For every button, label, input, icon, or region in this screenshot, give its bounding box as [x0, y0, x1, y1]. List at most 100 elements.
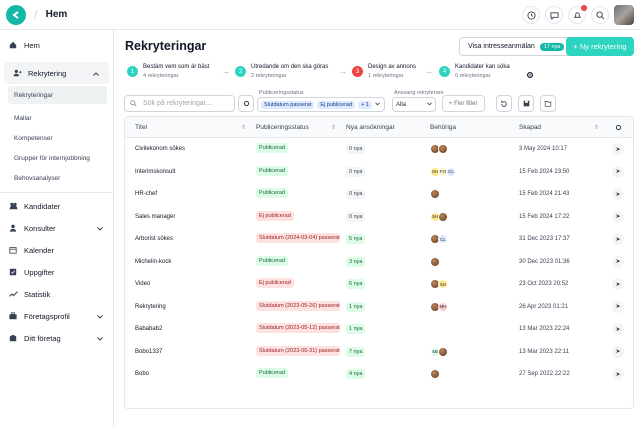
clock-icon[interactable]	[522, 6, 540, 24]
authorized-users: SH	[424, 279, 513, 290]
table-row[interactable]: Civilekonom sökes Publicerad 0 nya 3 May 20…	[125, 138, 633, 161]
row-title[interactable]: Arborist sökes	[125, 236, 250, 242]
avatar-initials: CL	[446, 166, 456, 177]
search-settings-button[interactable]	[238, 95, 254, 112]
breadcrumb[interactable]: Hem	[46, 9, 68, 20]
row-title[interactable]: HR-chef	[125, 191, 250, 197]
sidebar-subitem-grupper[interactable]: Grupper för internjobbning	[0, 148, 113, 168]
users-icon	[12, 69, 22, 77]
sidebar-subitem-kompetenser[interactable]: Kompetenser	[0, 128, 113, 148]
bell-icon[interactable]	[568, 5, 587, 24]
column-header-nya[interactable]: Nya ansökningar	[340, 124, 424, 131]
new-applications-badge: 4 nya	[346, 369, 366, 380]
recruiter-filter-select[interactable]: Alla	[392, 97, 436, 112]
row-title[interactable]: Interimskonsult	[125, 169, 250, 175]
table-row[interactable]: Bababab2 Slutdatum (2023-05-12) passerat 1…	[125, 318, 633, 341]
user-avatar[interactable]	[614, 5, 634, 25]
sidebar-item-ditt-foretag[interactable]: Ditt företag	[0, 327, 113, 349]
pin-icon[interactable]: ➤	[612, 278, 624, 291]
sidebar-item-kalender[interactable]: Kalender	[0, 239, 113, 261]
pin-icon[interactable]: ➤	[612, 368, 624, 381]
pipeline-step[interactable]: 3 Design av annons 1 rekryteringar	[352, 64, 416, 79]
table-row[interactable]: Michelin-kock Publicerad 3 nya 30 Dec 2023 …	[125, 251, 633, 274]
reset-filters-button[interactable]	[496, 95, 512, 112]
column-header-skapad[interactable]: Skapad ⇕	[513, 124, 603, 131]
home-icon	[8, 41, 18, 49]
step-count: 2 rekryteringar	[251, 73, 287, 79]
sidebar-item-kandidater[interactable]: Kandidater	[0, 195, 113, 217]
more-filters-button[interactable]: + Fler filter	[442, 95, 485, 112]
chat-icon[interactable]	[545, 6, 563, 24]
new-applications-badge: 6 nya	[346, 279, 366, 290]
table-row[interactable]	[125, 386, 633, 409]
pin-icon[interactable]: ➤	[612, 143, 624, 156]
sidebar-item-label: Företagsprofil	[24, 311, 70, 321]
notification-dot	[581, 5, 587, 11]
pipeline-step[interactable]: 2 Utredande om den ska göras 2 rekryterin…	[235, 64, 328, 79]
table-row[interactable]: Rekrytering Slutdatum (2023-05-26) passer…	[125, 296, 633, 319]
row-title[interactable]: Civilekonom sökes	[125, 146, 250, 152]
row-title[interactable]: Bababab2	[125, 326, 250, 332]
pin-icon[interactable]: ➤	[612, 255, 624, 268]
pin-icon[interactable]: ➤	[612, 300, 624, 313]
pin-icon[interactable]: ➤	[612, 323, 624, 336]
table-row[interactable]: Sales manager Ej publicerad 0 nya SH 15 Feb …	[125, 206, 633, 229]
search-icon[interactable]	[591, 6, 609, 24]
table-row[interactable]: Bobo Publicerad 4 nya 27 Sep 2022 22:22 ➤	[125, 363, 633, 386]
column-header-titel[interactable]: Titel ⇕	[125, 124, 250, 131]
sidebar-subitem-mallar[interactable]: Mallar	[0, 108, 113, 128]
pipeline-step[interactable]: 4 Kandidater kan söka 0 rekryteringar	[439, 64, 510, 79]
table-row[interactable]: Video Ej publicerad 6 nya SH 23 Oct 2023 20:…	[125, 273, 633, 296]
avatar	[430, 256, 440, 267]
search-icon	[130, 100, 137, 107]
table-row[interactable]: Interimskonsult Publicerad 0 nya SH FO CL 15 F…	[125, 161, 633, 184]
table-row[interactable]: HR-chef Publicerad 0 nya 15 Feb 2024 21:43 ➤	[125, 183, 633, 206]
row-title[interactable]: Video	[125, 281, 250, 287]
sidebar-item-statistik[interactable]: Statistik	[0, 283, 113, 305]
pin-icon[interactable]: ➤	[612, 345, 624, 358]
sidebar-item-hem[interactable]: Hem	[0, 34, 113, 56]
sidebar-item-foretagsprofil[interactable]: Företagsprofil	[0, 305, 113, 327]
filter-chip-more[interactable]: + 1	[358, 100, 372, 109]
status-filter-select[interactable]: Slutdatum passerat Ej publicerad + 1	[257, 97, 385, 112]
app-logo-icon[interactable]	[6, 4, 26, 25]
column-header-behoriga[interactable]: Behöriga	[424, 124, 513, 131]
status-badge: Publicerad	[256, 165, 288, 176]
authorized-users: SB	[424, 346, 513, 357]
row-title[interactable]: Michelin-kock	[125, 259, 250, 265]
open-folder-button[interactable]	[540, 95, 556, 112]
table-settings-gear-icon[interactable]	[603, 124, 633, 131]
sidebar-item-konsulter[interactable]: Konsulter	[0, 217, 113, 239]
row-title[interactable]: Bobo	[125, 371, 250, 377]
new-recruitment-button[interactable]: + Ny rekrytering	[566, 37, 634, 56]
step-number: 3	[352, 66, 363, 77]
authorized-users: SH FO CL	[424, 166, 513, 177]
row-title[interactable]: Rekrytering	[125, 304, 250, 310]
sidebar-item-rekrytering[interactable]: Rekrytering	[4, 62, 109, 84]
pipeline-step[interactable]: 1 Bestäm vem som är bäst 4 rekryteringar	[127, 64, 209, 79]
visa-intresseanmalan-button[interactable]: Visa intresseanmälan 17 nya	[459, 37, 574, 56]
sidebar-item-uppgifter[interactable]: Uppgifter	[0, 261, 113, 283]
status-badge: Publicerad	[256, 143, 288, 154]
column-header-status[interactable]: Publiceringsstatus ⇕	[250, 124, 340, 131]
search-input[interactable]: Sök på rekryteringar...	[124, 95, 235, 112]
recruiter-filter-value: Alla	[396, 101, 407, 108]
row-title[interactable]: Bobo1337	[125, 349, 250, 355]
arrow-right-icon: →	[339, 67, 347, 76]
created-date: 13 Mar 2023 22:24	[519, 326, 570, 333]
avatar-initials: CL	[438, 234, 448, 245]
pin-icon[interactable]: ➤	[612, 165, 624, 178]
filter-chip[interactable]: Slutdatum passerat	[261, 100, 315, 109]
row-title[interactable]: Sales manager	[125, 214, 250, 220]
filter-chip[interactable]: Ej publicerad	[317, 100, 356, 109]
sidebar-item-label: Konsulter	[24, 223, 56, 233]
save-filter-button[interactable]	[518, 95, 534, 112]
pin-icon[interactable]: ➤	[612, 188, 624, 201]
pin-icon[interactable]: ➤	[612, 233, 624, 246]
gear-icon[interactable]	[526, 66, 534, 84]
sidebar-subitem-rekryteringar[interactable]: Rekryteringar	[8, 86, 107, 104]
sidebar-subitem-behovsanalyser[interactable]: Behovsanalyser	[0, 168, 113, 188]
pin-icon[interactable]: ➤	[612, 210, 624, 223]
table-row[interactable]: Bobo1337 Slutdatum (2023-05-31) passerat 7…	[125, 341, 633, 364]
table-row[interactable]: Arborist sökes Slutdatum (2024-03-04) pas…	[125, 228, 633, 251]
